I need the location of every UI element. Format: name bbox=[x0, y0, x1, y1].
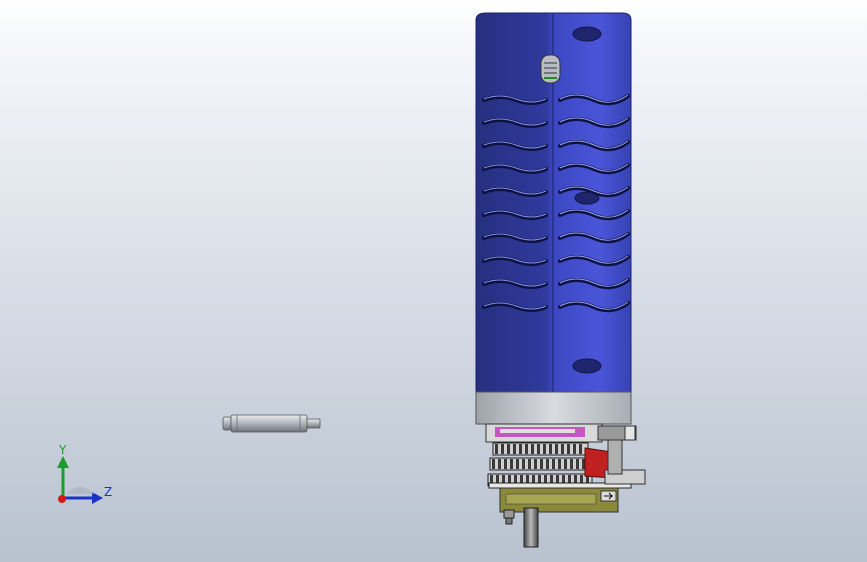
gear-tooth bbox=[522, 459, 525, 469]
gear-tooth bbox=[528, 459, 531, 469]
gear-tooth bbox=[525, 444, 528, 454]
gear-tooth bbox=[519, 444, 522, 454]
y-axis-label: Y bbox=[58, 443, 67, 457]
gear-tooth bbox=[573, 444, 576, 454]
gear-tooth bbox=[540, 459, 543, 469]
gear-tooth bbox=[570, 459, 573, 469]
gear-tooth bbox=[510, 459, 513, 469]
gear-tooth bbox=[507, 444, 510, 454]
gear-tooth bbox=[558, 459, 561, 469]
gear-tooth bbox=[555, 444, 558, 454]
coordinate-triad: Y Z bbox=[57, 443, 112, 504]
gear-tooth bbox=[561, 444, 564, 454]
gear-tooth bbox=[534, 459, 537, 469]
gear-tooth bbox=[543, 444, 546, 454]
z-axis-label: Z bbox=[104, 485, 112, 499]
gear-tooth bbox=[576, 459, 579, 469]
housing-top-slot bbox=[572, 26, 602, 42]
gear-tooth bbox=[567, 444, 570, 454]
housing-end-cap bbox=[475, 391, 632, 425]
gear-tooth bbox=[504, 459, 507, 469]
gear-tooth bbox=[552, 459, 555, 469]
gear-tooth bbox=[537, 444, 540, 454]
gear-tooth bbox=[546, 459, 549, 469]
3d-graphics-viewport[interactable]: Y Z bbox=[0, 0, 867, 562]
gear-tooth bbox=[513, 444, 516, 454]
motor-housing[interactable] bbox=[475, 12, 632, 393]
housing-screw bbox=[540, 54, 561, 84]
gear-tooth bbox=[579, 444, 582, 454]
gear-tooth bbox=[531, 444, 534, 454]
model-view[interactable]: Y Z bbox=[0, 0, 867, 562]
y-axis-arrow bbox=[57, 456, 69, 468]
gear-tooth bbox=[516, 459, 519, 469]
gear-tooth bbox=[549, 444, 552, 454]
loose-shaft-pin[interactable] bbox=[222, 414, 321, 433]
gear-tooth bbox=[495, 444, 498, 454]
gear-assembly[interactable] bbox=[485, 423, 646, 548]
gear-tooth bbox=[498, 459, 501, 469]
gear-tooth bbox=[492, 459, 495, 469]
x-axis-dot bbox=[58, 495, 66, 503]
gear-tooth bbox=[564, 459, 567, 469]
gear-tooth bbox=[501, 444, 504, 454]
housing-bottom-slot bbox=[572, 358, 602, 374]
